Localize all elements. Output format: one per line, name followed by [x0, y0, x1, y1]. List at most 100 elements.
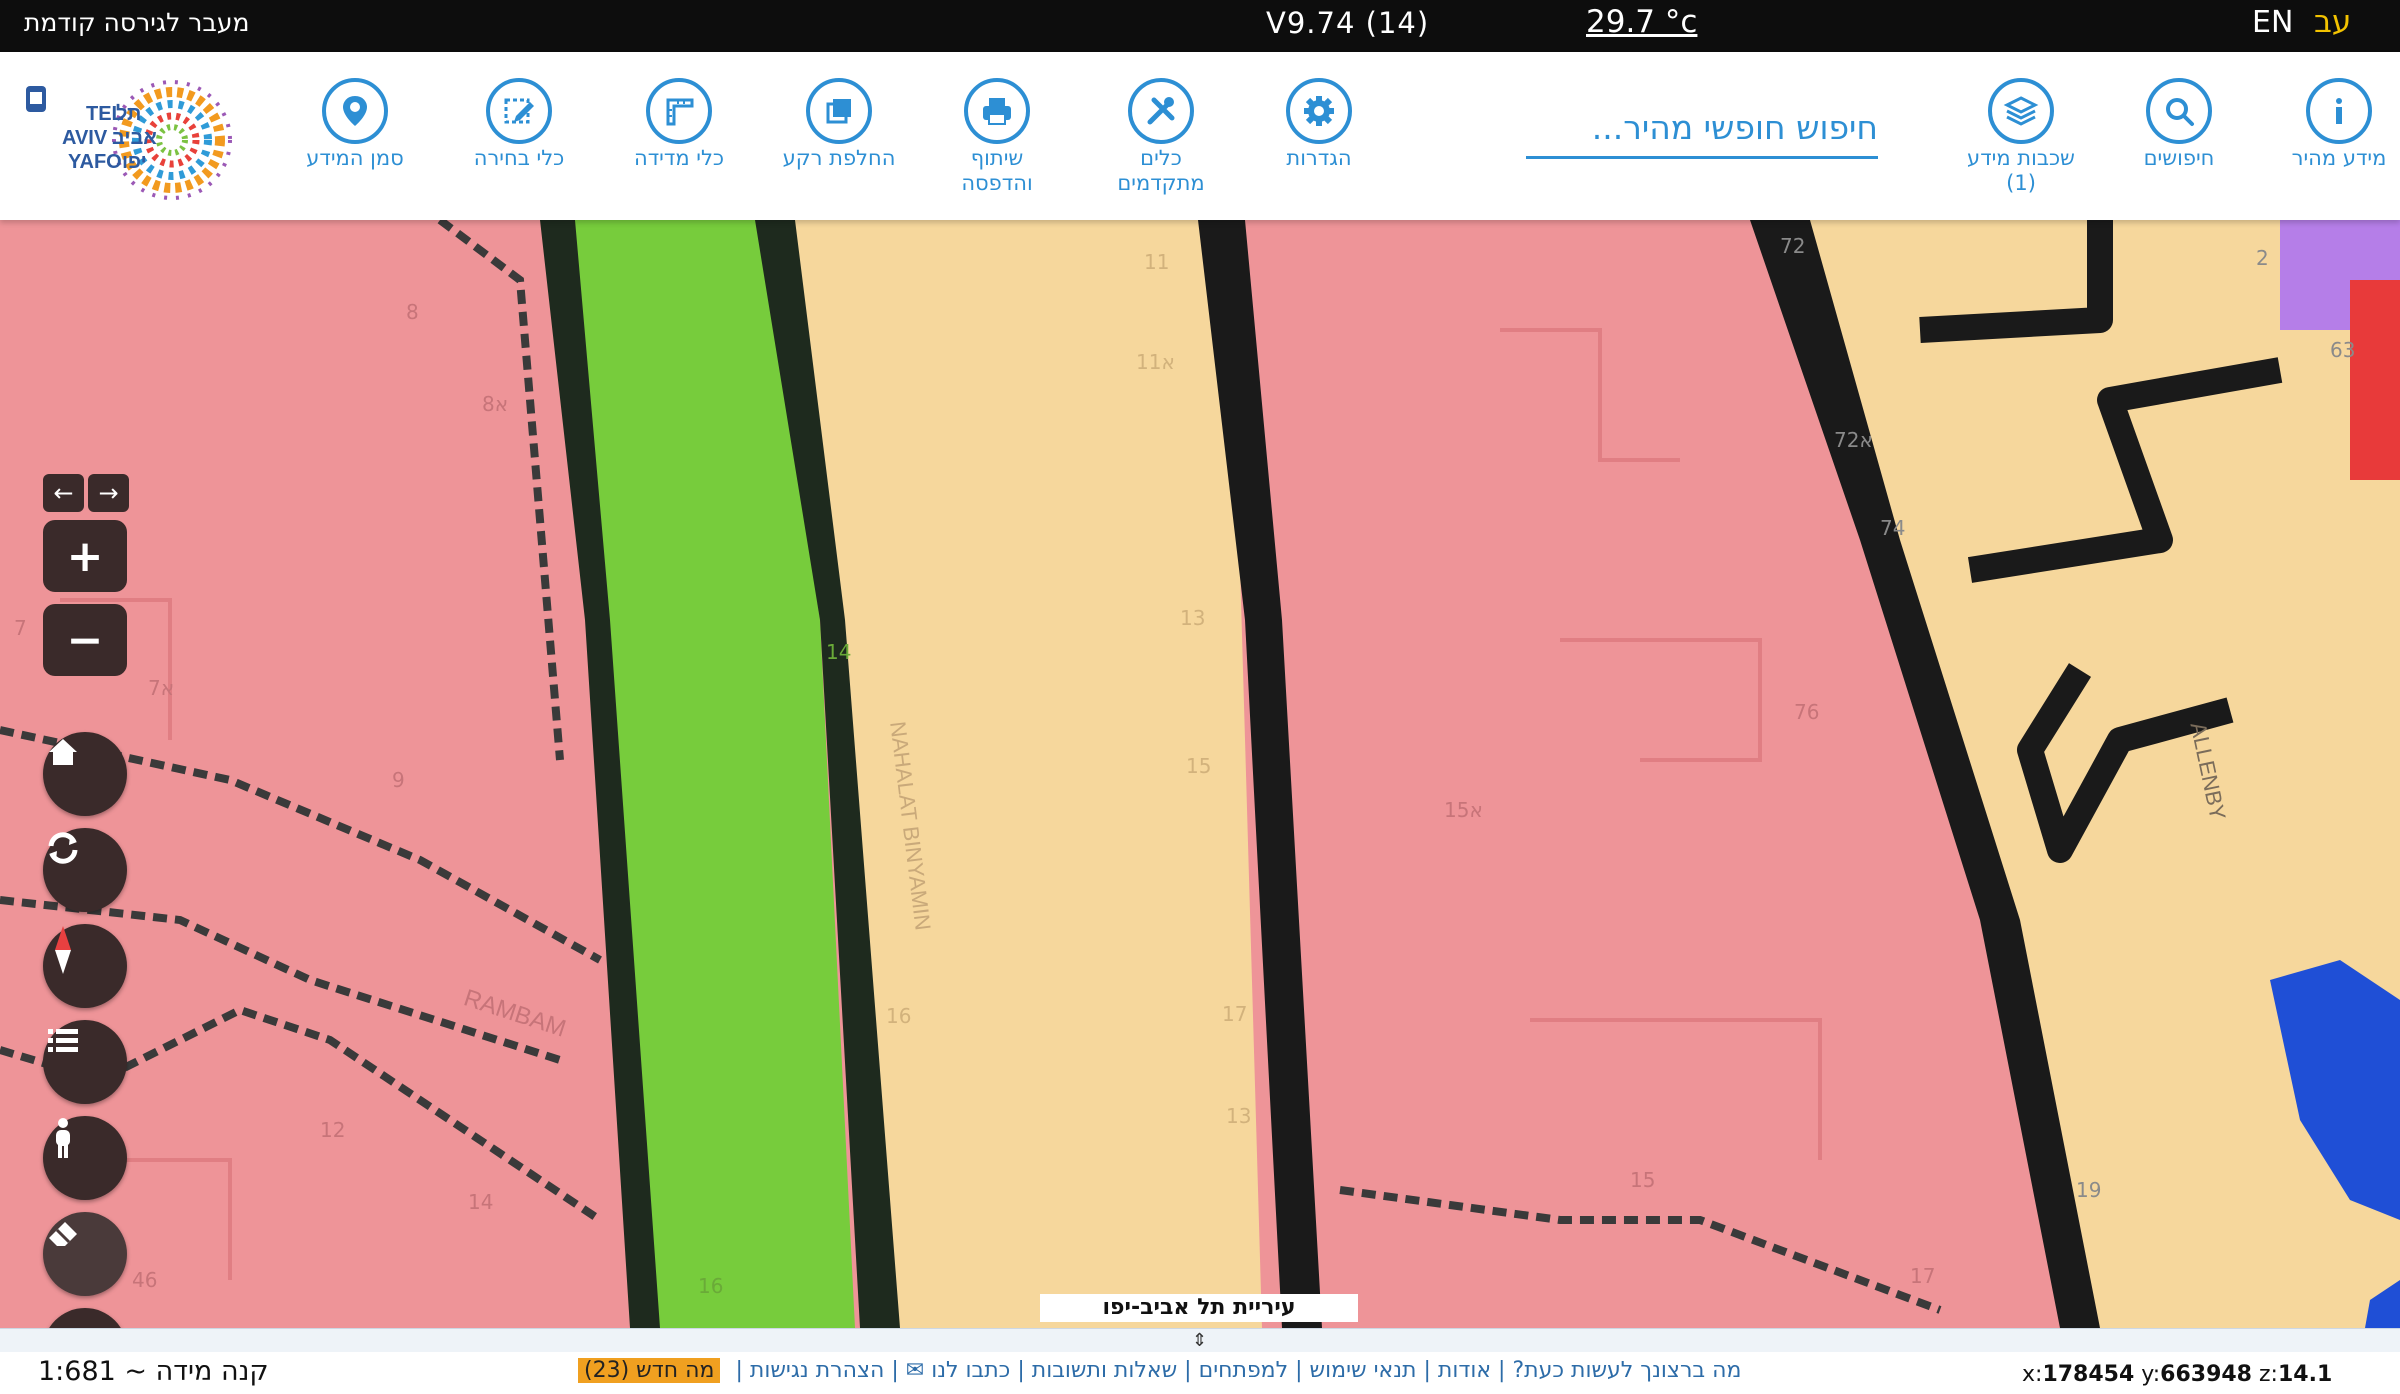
coord-z-value: 14.1: [2277, 1362, 2333, 1387]
advanced-tools[interactable]: כלים מתקדמים: [1086, 78, 1236, 196]
house-number: 74: [1880, 516, 1906, 540]
zoom-in-button[interactable]: +: [43, 520, 127, 592]
house-number: 8: [406, 300, 419, 324]
tool-label: שכבות מידע (1): [1967, 146, 2075, 195]
temperature-link[interactable]: 29.7 °c: [1586, 4, 1697, 40]
footer-link-contact[interactable]: כתבו לנו ✉: [906, 1358, 1011, 1383]
minus-icon: −: [66, 614, 104, 666]
search-icon: [2166, 98, 2194, 126]
history-nav: ← →: [43, 474, 129, 512]
refresh-button[interactable]: [43, 828, 127, 912]
selection-tool[interactable]: כלי בחירה: [444, 78, 594, 171]
plus-icon: +: [66, 530, 104, 582]
footer-link-developers[interactable]: למפתחים: [1199, 1358, 1289, 1383]
home-button[interactable]: [43, 732, 127, 816]
tool-label: שיתוף והדפסה: [961, 146, 1033, 195]
measure-ruler-icon: [666, 98, 694, 126]
house-number: א72: [1834, 428, 1873, 452]
house-number: א11: [1136, 350, 1175, 374]
whats-new-badge[interactable]: מה חדש (23): [578, 1358, 721, 1383]
eraser-icon: [49, 1222, 77, 1246]
coord-y-value: 663948: [2160, 1362, 2252, 1387]
house-number: 15: [1186, 754, 1212, 778]
coord-y-label: y:: [2141, 1362, 2161, 1387]
basemap-swap-tool[interactable]: החלפת רקע: [764, 78, 914, 171]
share-print-tool[interactable]: שיתוף והדפסה: [922, 78, 1072, 196]
footer-link-about[interactable]: אודות: [1438, 1358, 1491, 1383]
language-english-button[interactable]: EN: [2252, 5, 2293, 40]
house-number: 11: [1144, 250, 1170, 274]
footer-link-accessibility[interactable]: הצהרת נגישות: [750, 1358, 885, 1383]
house-number: 17: [1910, 1264, 1936, 1288]
measure-tool[interactable]: כלי מדידה: [604, 78, 754, 171]
compass-button[interactable]: [43, 924, 127, 1008]
tool-label: חיפושים: [2143, 146, 2215, 170]
printer-icon: [983, 98, 1011, 125]
house-number: 14: [826, 640, 852, 664]
quick-info-tool[interactable]: מידע מהיר: [2264, 78, 2400, 171]
version-label: V9.74 (14): [1266, 6, 1430, 40]
coord-x-value: 178454: [2042, 1362, 2135, 1387]
streetview-button[interactable]: [43, 1116, 127, 1200]
footer-link-faq[interactable]: שאלות ותשובות: [1032, 1358, 1177, 1383]
house-number: א7: [148, 676, 175, 700]
top-bar: מעבר לגירסה קודמת V9.74 (14) 29.7 °c EN …: [0, 0, 2400, 52]
tools-icon: [1147, 97, 1175, 125]
coord-x-label: x:: [2022, 1362, 2043, 1387]
house-number: א8: [482, 392, 509, 416]
language-hebrew-button[interactable]: עב: [2314, 4, 2351, 40]
tool-label: כלי מדידה: [633, 146, 725, 170]
house-number: 16: [886, 1004, 912, 1028]
map-coordinates: x:178454 y:663948 z:14.1: [2022, 1362, 2332, 1387]
map-scale: קנה מידה ~ 1:681: [38, 1356, 269, 1387]
house-number: 72: [1780, 234, 1806, 258]
gear-icon: [1304, 96, 1334, 126]
footer-bar: קנה מידה ~ 1:681 מה ברצונך לעשות כעת? | …: [0, 1352, 2400, 1394]
map-canvas[interactable]: NAHALAT BINYAMIN RAMBAM ALLENBY 8 א8 7 א…: [0, 220, 2400, 1328]
footer-link-terms[interactable]: תנאי שימוש: [1310, 1358, 1417, 1383]
info-layers-tool[interactable]: שכבות מידע (1): [1946, 78, 2096, 196]
tool-label: סמן המידע: [306, 146, 404, 170]
house-number: 19: [2076, 1178, 2102, 1202]
footer-link-what-to-do[interactable]: מה ברצונך לעשות כעת?: [1512, 1358, 1741, 1383]
basemap-swap-icon: [826, 99, 851, 124]
refresh-icon: [48, 832, 78, 864]
house-number: 63: [2330, 338, 2356, 362]
history-forward-arrow-icon[interactable]: →: [88, 474, 129, 512]
city-name-label: עיריית תל אביב-יפו: [1040, 1294, 1358, 1322]
compass-icon: [55, 926, 71, 974]
house-number: 7: [14, 616, 27, 640]
coord-z-label: z:: [2259, 1362, 2278, 1387]
tel-aviv-logo[interactable]: TEL תל AVIV אביב YAFO יפו: [22, 78, 254, 204]
info-marker-tool[interactable]: סמן המידע: [280, 78, 430, 171]
history-back-arrow-icon[interactable]: ←: [43, 474, 84, 512]
tool-label: החלפת רקע: [782, 146, 896, 170]
municipal-emblem-icon: [26, 86, 46, 112]
info-icon: [2336, 98, 2342, 124]
previous-version-link[interactable]: מעבר לגירסה קודמת: [24, 8, 249, 37]
house-number: 15: [1630, 1168, 1656, 1192]
footer-toggle-bar[interactable]: ⇕: [0, 1328, 2400, 1353]
pin-icon: [343, 96, 367, 126]
zoom-out-button[interactable]: −: [43, 604, 127, 676]
house-number: 46: [132, 1268, 158, 1292]
house-number: 76: [1794, 700, 1820, 724]
house-number: א15: [1444, 798, 1483, 822]
eraser-button[interactable]: [43, 1212, 127, 1296]
tool-label: כלים מתקדמים: [1117, 146, 1205, 195]
list-icon: [48, 1029, 78, 1052]
expand-collapse-icon: ⇕: [1192, 1330, 1208, 1351]
main-toolbar: TEL תל AVIV אביב YAFO יפו סמן המידע כלי …: [0, 52, 2400, 220]
house-number: 13: [1226, 1104, 1252, 1128]
legend-button[interactable]: [43, 1020, 127, 1104]
house-number: 13: [1180, 606, 1206, 630]
settings-tool[interactable]: הגדרות: [1244, 78, 1394, 171]
layers-icon: [2003, 96, 2039, 126]
house-number: 16: [698, 1274, 724, 1298]
searches-tool[interactable]: חיפושים: [2104, 78, 2254, 171]
logo-text-aviv-he: אביב: [112, 127, 157, 149]
house-number: 9: [392, 768, 405, 792]
person-icon: [56, 1118, 70, 1158]
tool-label: הגדרות: [1286, 146, 1352, 170]
quick-search-input[interactable]: חיפוש חופשי מהיר...: [1526, 100, 1878, 159]
